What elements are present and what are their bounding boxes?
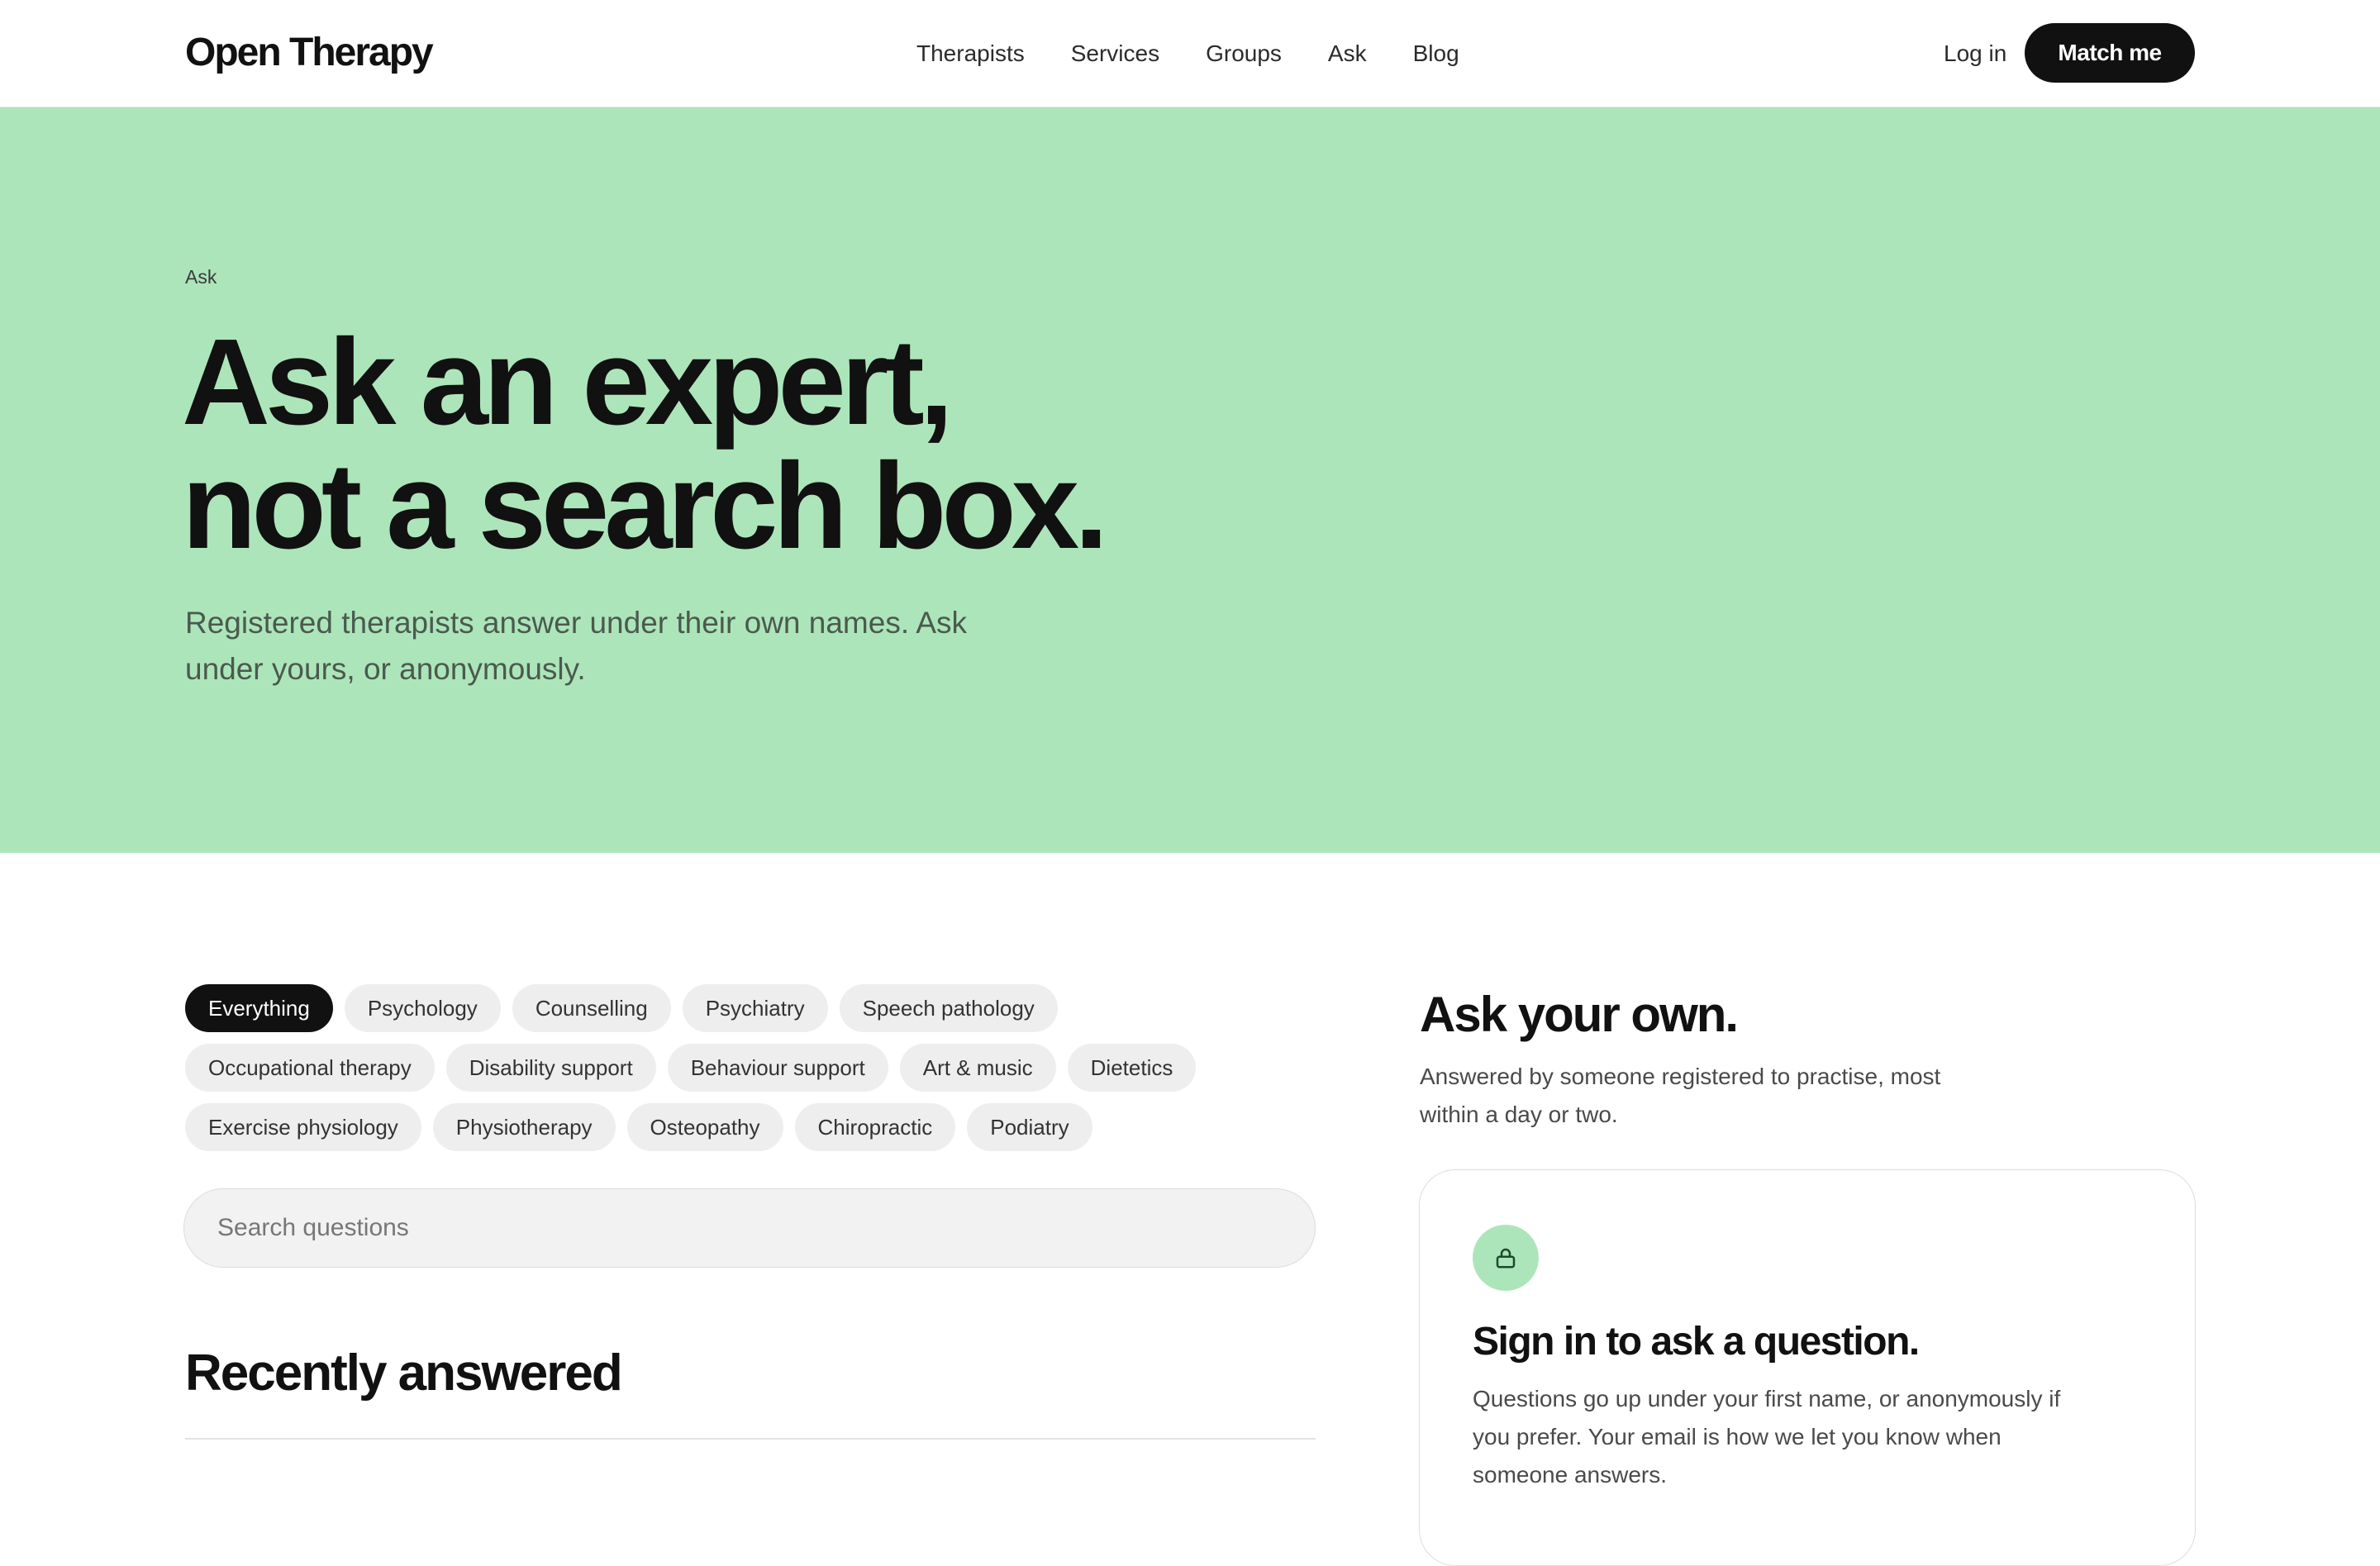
filter-chip-psychology[interactable]: Psychology (344, 984, 501, 1032)
sign-in-card-title: Sign in to ask a question. (1473, 1320, 1920, 1364)
filter-chip-osteopathy[interactable]: Osteopathy (626, 1103, 783, 1151)
sign-in-card-text: Questions go up under your first name, o… (1473, 1386, 2061, 1487)
filter-chip-speech-pathology[interactable]: Speech pathology (839, 984, 1058, 1032)
filter-chip-occupational-therapy[interactable]: Occupational therapy (185, 1044, 435, 1092)
ask-your-own-heading: Ask your own. (1420, 987, 1739, 1042)
nav-link-blog[interactable]: Blog (1413, 36, 1459, 71)
login-link[interactable]: Log in (1944, 36, 2006, 71)
recently-answered-heading: Recently answered (185, 1345, 623, 1402)
filter-chip-chiropractic[interactable]: Chiropractic (794, 1103, 956, 1151)
search-questions-input[interactable] (183, 1188, 1316, 1268)
filter-row: Exercise physiology Physiotherapy Osteop… (185, 1103, 1210, 1151)
filter-chip-art-music[interactable]: Art & music (899, 1044, 1056, 1092)
nav-link-ask[interactable]: Ask (1328, 36, 1367, 71)
filter-chip-dietetics[interactable]: Dietetics (1067, 1044, 1197, 1092)
hero-eyebrow: Ask (185, 266, 217, 288)
filter-row: Occupational therapy Disability support … (185, 1044, 1210, 1092)
filter-chip-physiotherapy[interactable]: Physiotherapy (432, 1103, 616, 1151)
filter-chip-behaviour-support[interactable]: Behaviour support (667, 1044, 888, 1092)
section-divider (185, 1438, 1316, 1440)
nav-link-therapists[interactable]: Therapists (916, 36, 1025, 71)
filter-chip-counselling[interactable]: Counselling (512, 984, 671, 1032)
hero-section: Ask Ask an expert, not a search box. Reg… (0, 107, 2380, 853)
hero-title: Ask an expert, not a search box. (182, 321, 1108, 569)
ask-your-own-subtitle: Answered by someone registered to practi… (1420, 1064, 1941, 1127)
filter-chip-everything[interactable]: Everything (185, 984, 333, 1032)
nav-link-groups[interactable]: Groups (1206, 36, 1282, 71)
hero-title-line-1: Ask an expert, (182, 314, 954, 450)
lock-icon (1473, 1225, 1539, 1291)
site-header: Open Therapy Therapists Services Groups … (0, 0, 2380, 107)
filter-chip-exercise-physiology[interactable]: Exercise physiology (185, 1103, 421, 1151)
filter-row: Everything Psychology Counselling Psychi… (185, 984, 1210, 1032)
match-me-button[interactable]: Match me (2025, 23, 2195, 83)
main-nav: Therapists Services Groups Ask Blog (916, 36, 1459, 71)
filter-chip-psychiatry[interactable]: Psychiatry (682, 984, 828, 1032)
filter-chip-disability-support[interactable]: Disability support (445, 1044, 656, 1092)
hero-subtitle: Registered therapists answer under their… (185, 606, 968, 686)
sign-in-card: Sign in to ask a question. Questions go … (1419, 1169, 2196, 1566)
category-filters: Everything Psychology Counselling Psychi… (185, 984, 1210, 1163)
nav-link-services[interactable]: Services (1071, 36, 1159, 71)
filter-chip-podiatry[interactable]: Podiatry (967, 1103, 1092, 1151)
hero-title-line-2: not a search box. (182, 438, 1108, 574)
site-logo[interactable]: Open Therapy (185, 28, 434, 78)
